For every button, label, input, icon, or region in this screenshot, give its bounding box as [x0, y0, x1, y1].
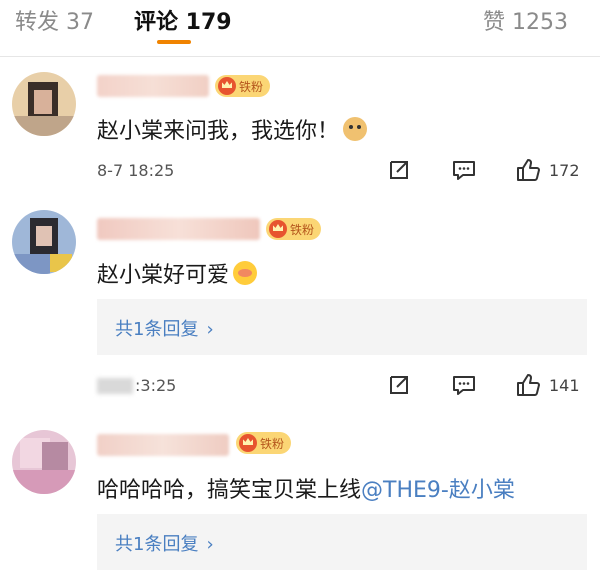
- share-button[interactable]: [386, 372, 412, 398]
- comment-text: 哈哈哈哈，搞笑宝贝棠上线@THE9-赵小棠: [97, 478, 515, 503]
- comment-button[interactable]: [451, 157, 477, 183]
- share-icon: [390, 161, 408, 179]
- like-button[interactable]: 141: [515, 372, 580, 398]
- crown-icon: [269, 220, 287, 238]
- active-tab-indicator: [157, 40, 191, 44]
- comment-time: 8-7 18:25: [97, 161, 175, 180]
- comment-bubble-icon: [453, 161, 475, 180]
- share-icon: [390, 376, 408, 394]
- avatar[interactable]: [12, 210, 76, 274]
- cute-face-emoji-icon: [233, 261, 258, 285]
- replies-link[interactable]: 共1条回复 ›: [97, 299, 587, 355]
- fan-badge: 铁粉: [266, 218, 322, 240]
- comment-text: 赵小棠好可爱: [97, 257, 258, 289]
- time-blurred: [97, 378, 133, 394]
- tab-likes[interactable]: 赞 1253: [483, 4, 568, 36]
- username-blurred[interactable]: [97, 75, 209, 97]
- crown-icon: [218, 77, 236, 95]
- username-blurred[interactable]: [97, 434, 229, 456]
- thumbs-up-icon: [517, 159, 540, 181]
- tab-comments[interactable]: 评论 179: [134, 4, 232, 36]
- username-blurred[interactable]: [97, 218, 260, 240]
- chevron-right-icon: ›: [206, 319, 214, 340]
- fan-badge: 铁粉: [215, 75, 271, 97]
- chevron-right-icon: ›: [206, 534, 214, 555]
- tab-reposts[interactable]: 转发 37: [15, 4, 94, 36]
- like-count: 141: [549, 375, 580, 395]
- divider: [0, 56, 600, 57]
- user-mention-link[interactable]: @THE9-赵小棠: [361, 478, 515, 503]
- comment-text: 赵小棠来问我，我选你！: [97, 113, 368, 145]
- comment-button[interactable]: [451, 372, 477, 398]
- fan-badge: 铁粉: [236, 432, 292, 454]
- thumbs-up-icon: [517, 374, 540, 396]
- like-count: 172: [549, 160, 580, 180]
- avatar[interactable]: [12, 430, 76, 494]
- comment-time: :3:25: [135, 376, 177, 395]
- share-button[interactable]: [386, 157, 412, 183]
- doge-emoji-icon: [343, 117, 368, 141]
- crown-icon: [239, 434, 257, 452]
- comment-tab-bar: 转发 37 评论 179 赞 1253: [0, 0, 600, 44]
- watermark: [458, 548, 588, 568]
- like-button[interactable]: 172: [515, 157, 580, 183]
- avatar[interactable]: [12, 72, 76, 136]
- comment-bubble-icon: [453, 376, 475, 395]
